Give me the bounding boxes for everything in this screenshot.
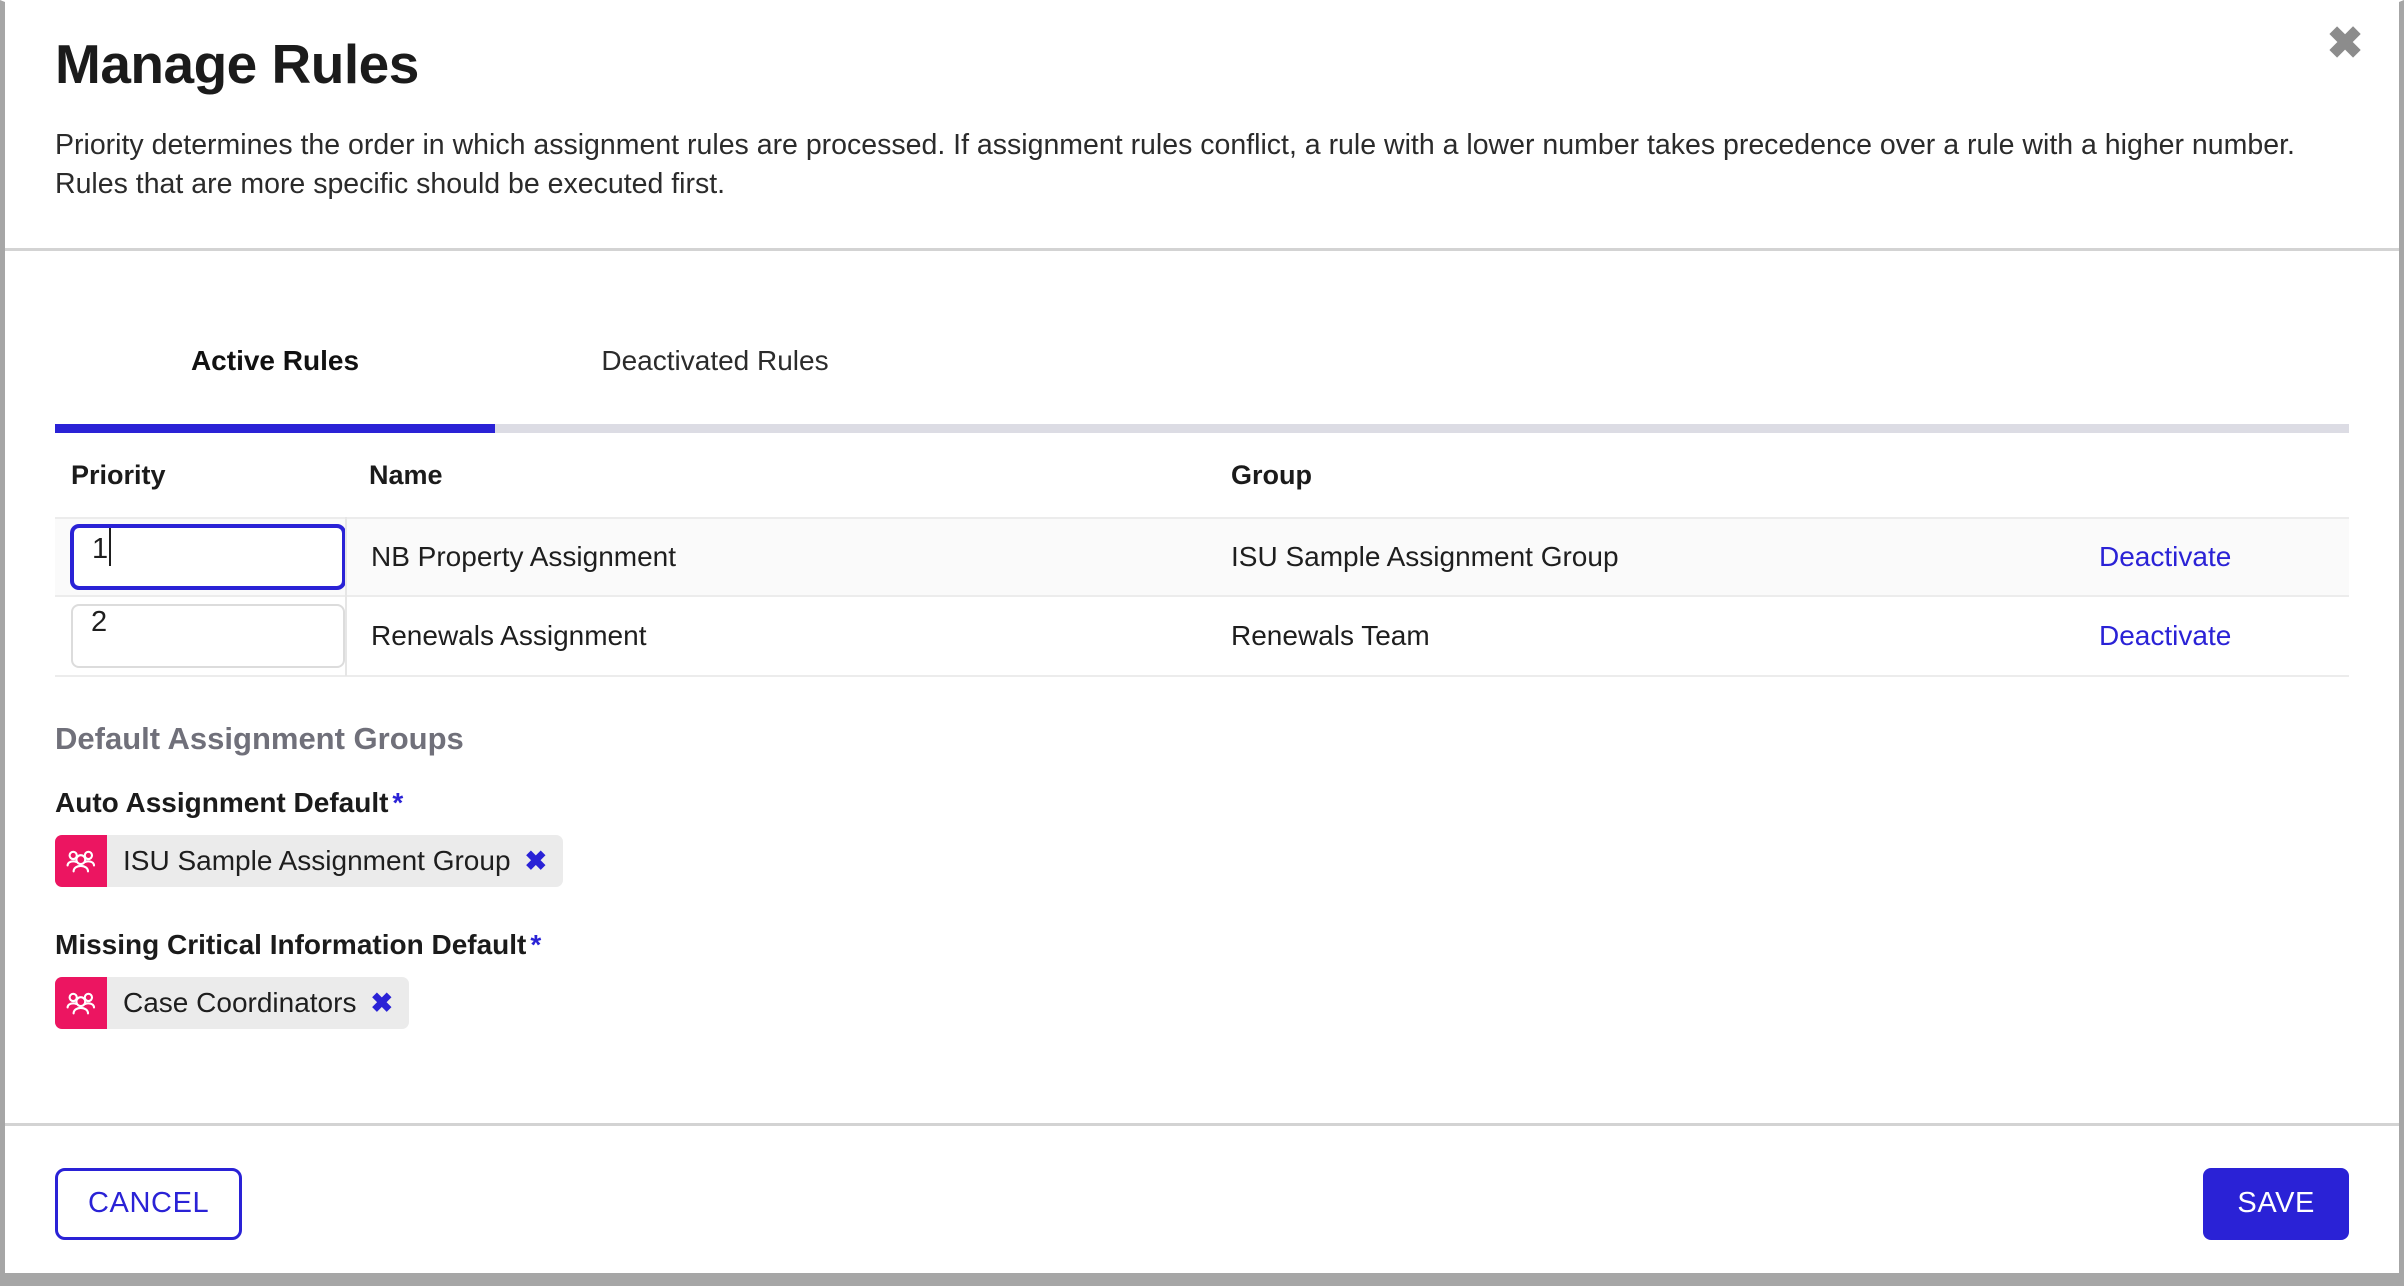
priority-input[interactable]: 1 (71, 525, 345, 589)
cell-name: Renewals Assignment (345, 596, 1207, 676)
chip-label: ISU Sample Assignment Group (123, 845, 511, 876)
user-group-icon (55, 835, 107, 887)
default-assignment-groups-section: Default Assignment Groups Auto Assignmen… (55, 677, 2349, 1071)
column-header-priority: Priority (71, 459, 166, 490)
tabs: Active Rules Deactivated Rules (55, 251, 2349, 433)
tab-deactivated-rules[interactable]: Deactivated Rules (495, 345, 935, 433)
field-label-text: Missing Critical Information Default (55, 929, 527, 960)
modal-footer: CANCEL SAVE (5, 1123, 2399, 1281)
page-title: Manage Rules (55, 33, 419, 95)
cancel-button[interactable]: CANCEL (55, 1167, 243, 1240)
modal-description: Priority determines the order in which a… (55, 128, 2295, 201)
deactivate-link[interactable]: Deactivate (2099, 620, 2231, 651)
tab-active-rules[interactable]: Active Rules (55, 345, 495, 433)
cell-group: ISU Sample Assignment Group (1231, 541, 1619, 572)
chip-label: Case Coordinators (123, 987, 357, 1018)
manage-rules-modal: Manage Rules Priority determines the ord… (0, 0, 2404, 1286)
required-marker: * (530, 929, 542, 960)
auto-assignment-default-label: Auto Assignment Default * (55, 787, 2349, 819)
deactivate-link[interactable]: Deactivate (2099, 541, 2231, 572)
cell-action: Deactivate (2099, 541, 2349, 573)
cell-name: NB Property Assignment (345, 517, 1207, 597)
priority-input[interactable]: 2 (71, 604, 345, 668)
cell-group: Renewals Team (1231, 620, 1430, 651)
modal-header: Manage Rules Priority determines the ord… (5, 2, 2399, 251)
user-group-icon (55, 977, 107, 1029)
table-header-row: Priority Name Group (55, 433, 2349, 517)
chip-remove-icon[interactable]: ✖ (370, 977, 409, 1029)
column-header-name: Name (369, 459, 443, 490)
cell-priority: 2 (55, 604, 345, 668)
rules-table: Priority Name Group 1 NB Property Assign… (55, 433, 2349, 677)
cell-action: Deactivate (2099, 620, 2349, 652)
priority-input-value: 1 (92, 533, 109, 565)
required-marker: * (392, 787, 404, 818)
table-row: 2 Renewals Assignment Renewals Team Deac… (55, 596, 2349, 677)
chip-remove-icon[interactable]: ✖ (525, 835, 564, 887)
field-label-text: Auto Assignment Default (55, 787, 389, 818)
text-caret (109, 528, 112, 566)
column-header-group: Group (1231, 459, 1312, 490)
auto-assignment-default-chip[interactable]: ISU Sample Assignment Group ✖ (55, 835, 564, 887)
priority-input-value: 2 (91, 606, 108, 638)
section-title: Default Assignment Groups (55, 721, 464, 756)
close-icon[interactable]: ✖ (2317, 16, 2373, 72)
tab-active-indicator (55, 424, 495, 433)
save-button[interactable]: SAVE (2203, 1167, 2349, 1240)
missing-critical-information-default-label: Missing Critical Information Default * (55, 929, 2349, 961)
modal-body: Active Rules Deactivated Rules Priority … (5, 251, 2399, 1123)
table-row: 1 NB Property Assignment ISU Sample Assi… (55, 517, 2349, 597)
cell-priority: 1 (55, 525, 345, 589)
missing-critical-information-default-chip[interactable]: Case Coordinators ✖ (55, 977, 410, 1029)
